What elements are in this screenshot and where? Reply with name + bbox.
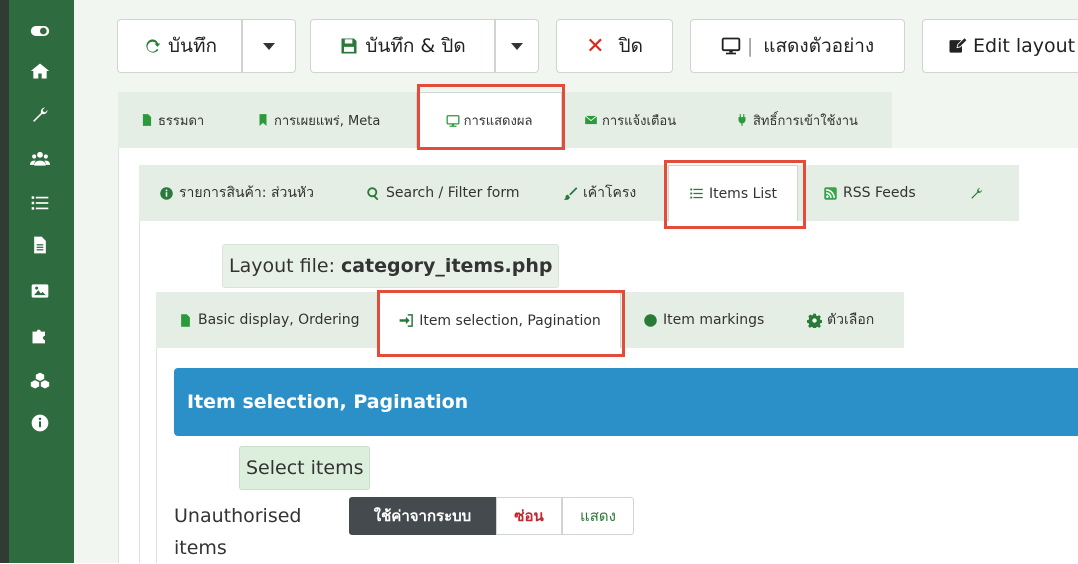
- brush-icon: [563, 186, 578, 200]
- tab-search-filter-label: Search / Filter form: [386, 185, 520, 201]
- items-tabs: Basic display, Ordering Item selection, …: [156, 292, 904, 348]
- select-items-label: Select items: [239, 446, 371, 490]
- option-hide[interactable]: ซ่อน: [496, 497, 562, 535]
- gear-icon: [807, 313, 822, 328]
- file-icon: [142, 114, 152, 126]
- edit-layout-button[interactable]: Edit layout: [922, 19, 1078, 73]
- list-icon[interactable]: [29, 192, 51, 214]
- tab-display-label: การแสดงผล: [463, 114, 533, 129]
- tab-item-selection-label: Item selection, Pagination: [419, 312, 601, 329]
- refresh-icon: [146, 39, 161, 53]
- window-edge: [0, 0, 9, 563]
- search-icon: [367, 186, 379, 200]
- tab-layout-label: เค้าโครง: [583, 185, 637, 201]
- file-icon: [181, 313, 190, 327]
- sidebar: [9, 0, 74, 563]
- close-label: ปิด: [618, 35, 643, 57]
- users-icon[interactable]: [29, 148, 51, 170]
- save-dropdown-button[interactable]: [242, 19, 296, 73]
- save-label: บันทึก: [167, 35, 218, 57]
- desktop-icon: [446, 114, 460, 127]
- puzzle-icon[interactable]: [29, 324, 51, 346]
- bookmark-icon: [259, 114, 267, 126]
- tab-item-markings[interactable]: Item markings: [643, 292, 764, 348]
- file-icon[interactable]: [29, 234, 51, 256]
- tab-display[interactable]: การแสดงผล: [416, 92, 562, 148]
- tab-publishing-label: การเผยแพร่, Meta: [274, 113, 381, 129]
- chevron-down-icon: [263, 42, 275, 50]
- tab-permissions[interactable]: สิทธิ์การเข้าใช้งาน: [735, 92, 858, 148]
- section-header: Item selection, Pagination: [174, 368, 1078, 436]
- tab-search-filter[interactable]: Search / Filter form: [366, 165, 519, 221]
- tab-basic-display[interactable]: Basic display, Ordering: [178, 292, 360, 348]
- section-header-title: Item selection, Pagination: [187, 391, 469, 413]
- info-icon[interactable]: [29, 412, 51, 434]
- main-tabs: ธรรมดา การเผยแพร่, Meta การแสดงผล การแจ้…: [118, 92, 892, 148]
- tab-general[interactable]: ธรรมดา: [140, 92, 204, 148]
- desktop-icon: [721, 37, 741, 55]
- select-items-text: Select items: [246, 457, 364, 479]
- save-close-button[interactable]: บันทึก & ปิด: [310, 19, 495, 73]
- layout-file-prefix: Layout file:: [229, 255, 335, 277]
- tab-items-list[interactable]: Items List: [668, 165, 798, 221]
- option-show[interactable]: แสดง: [562, 497, 634, 535]
- wrench-icon: [971, 187, 983, 199]
- tab-item-selection[interactable]: Item selection, Pagination: [379, 292, 621, 348]
- tab-general-label: ธรรมดา: [158, 113, 205, 129]
- plug-icon: [738, 114, 746, 126]
- toggle-icon[interactable]: [29, 20, 51, 42]
- home-icon[interactable]: [29, 60, 51, 82]
- unauthorised-items-label: Unauthorised items: [174, 505, 302, 559]
- tab-item-markings-label: Item markings: [663, 312, 765, 328]
- edit-layout-label: Edit layout: [973, 35, 1076, 57]
- option-use-global[interactable]: ใช้ค่าจากระบบ: [349, 497, 496, 535]
- info-circle-icon: [160, 186, 173, 200]
- save-close-dropdown-button[interactable]: [495, 19, 539, 73]
- close-icon: ✕: [586, 33, 605, 59]
- preview-label: แสดงตัวอย่าง: [763, 35, 875, 57]
- chevron-down-icon: [511, 42, 523, 50]
- layout-file-name: category_items.php: [340, 255, 553, 277]
- close-button[interactable]: ✕ ปิด: [556, 19, 673, 73]
- save-close-label: บันทึก & ปิด: [365, 35, 466, 57]
- tab-publishing[interactable]: การเผยแพร่, Meta: [256, 92, 380, 148]
- rss-icon: [824, 186, 837, 200]
- display-tabs: รายการสินค้า: ส่วนหัว Search / Filter fo…: [139, 165, 1019, 221]
- tab-header[interactable]: รายการสินค้า: ส่วนหัว: [159, 165, 314, 221]
- tab-notifications-label: การแจ้งเตือน: [602, 113, 677, 129]
- tab-header-label: รายการสินค้า: ส่วนหัว: [179, 185, 315, 201]
- tab-basic-display-label: Basic display, Ordering: [198, 312, 360, 328]
- floppy-icon: [341, 38, 357, 54]
- tab-items-list-label: Items List: [708, 185, 778, 202]
- wrench-icon[interactable]: [29, 104, 51, 126]
- preview-button[interactable]: | แสดงตัวอย่าง: [690, 19, 905, 73]
- tab-layout[interactable]: เค้าโครง: [563, 165, 636, 221]
- tab-advanced[interactable]: [969, 165, 989, 221]
- tab-rss-feeds[interactable]: RSS Feeds: [823, 165, 916, 221]
- envelope-icon: [584, 115, 598, 125]
- sign-in-icon: [399, 314, 414, 327]
- circle-icon: [644, 313, 657, 327]
- tab-notifications[interactable]: การแจ้งเตือน: [584, 92, 676, 148]
- tab-options[interactable]: ตัวเลือก: [807, 292, 874, 348]
- tab-permissions-label: สิทธิ์การเข้าใช้งาน: [753, 113, 858, 129]
- separator: |: [746, 35, 754, 57]
- tab-options-label: ตัวเลือก: [827, 312, 875, 328]
- save-button[interactable]: บันทึก: [117, 19, 242, 73]
- cubes-icon[interactable]: [29, 370, 51, 392]
- layout-file-label: Layout file: category_items.php: [222, 244, 560, 288]
- image-icon[interactable]: [29, 280, 51, 302]
- edit-icon: [949, 37, 967, 53]
- tab-rss-feeds-label: RSS Feeds: [843, 185, 916, 201]
- list-icon: [690, 188, 703, 199]
